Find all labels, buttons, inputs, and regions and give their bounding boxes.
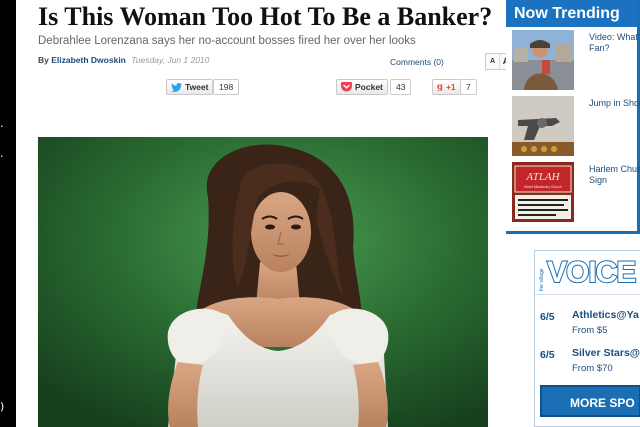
article-column: Is This Woman Too Hot To Be a Banker? De… [38, 0, 526, 103]
pocket-icon [341, 82, 352, 92]
publish-date: Tuesday, Jun 1 2010 [131, 55, 210, 65]
tweet-label: Tweet [185, 82, 209, 92]
event-date: 6/5 [540, 349, 555, 361]
ticket-event-row[interactable]: 6/5 Athletics@Ya From $5 [540, 309, 640, 349]
more-sports-button[interactable]: MORE SPO [540, 385, 640, 417]
now-trending-header: Now Trending [506, 0, 637, 27]
article-dek: Debrahlee Lorenzana says her no-account … [38, 35, 416, 47]
village-voice-widget: the village VOICE 6/5 Athletics@Ya From … [534, 250, 640, 427]
article-photo [38, 137, 488, 427]
woman-portrait-image [38, 137, 488, 427]
pocket-count: 43 [390, 79, 412, 95]
google-plus-icon: g [437, 82, 443, 92]
pocket-label: Pocket [355, 82, 383, 92]
trending-label: Harlem Churc [589, 164, 640, 174]
trending-label-line2: Sign [589, 175, 608, 185]
comments-link[interactable]: Comments (0) [390, 57, 444, 67]
now-trending-widget: Now Trending Video: What's Fan? Jump in … [506, 0, 640, 234]
logo-wordmark: VOICE [546, 255, 637, 290]
trending-thumbnail-church-sign: ATLAH World Missionary Church [512, 162, 574, 222]
article-headline: Is This Woman Too Hot To Be a Banker? [38, 2, 493, 31]
rail-mark: ) [0, 400, 5, 413]
google-plus-label: +1 [445, 82, 456, 92]
church-sign-text: ATLAH [525, 171, 560, 183]
trending-label: Video: What's [589, 32, 640, 42]
event-name: Silver Stars@ [572, 347, 640, 359]
trending-label: Jump in Shoo [589, 98, 640, 108]
google-plus-count: 7 [460, 79, 477, 95]
event-name: Athletics@Ya [572, 309, 639, 321]
village-voice-logo[interactable]: the village VOICE [535, 251, 640, 295]
author-link[interactable]: Elizabeth Dwoskin [51, 55, 126, 65]
text-size-small-button[interactable]: A [486, 54, 499, 69]
trending-thumbnail-revolver [512, 96, 574, 156]
rail-mark: · [0, 150, 4, 163]
rail-mark: · [0, 120, 4, 133]
logo-small-text: the village [539, 267, 545, 291]
event-price: From $70 [572, 363, 613, 374]
church-sign-subtext: World Missionary Church [524, 185, 562, 189]
tweet-count: 198 [213, 79, 240, 95]
google-plus-button[interactable]: g +1 [432, 79, 461, 95]
trending-item[interactable]: Video: What's Fan? [512, 30, 640, 90]
event-date: 6/5 [540, 311, 555, 323]
trending-label-line2: Fan? [589, 43, 610, 53]
trending-item[interactable]: Jump in Shoo [512, 96, 640, 156]
share-bar: Tweet 198 Pocket 43 g +1 7 [38, 79, 500, 103]
tweet-button[interactable]: Tweet [166, 79, 214, 95]
sidebar: Now Trending Video: What's Fan? Jump in … [506, 0, 640, 427]
event-price: From $5 [572, 325, 608, 336]
left-rail: · · ) [0, 0, 16, 427]
trending-item[interactable]: ATLAH World Missionary Church Harlem Chu… [512, 162, 640, 222]
trending-thumbnail-fan [512, 30, 574, 90]
twitter-bird-icon [171, 82, 182, 92]
byline: By Elizabeth Dwoskin Tuesday, Jun 1 2010… [38, 53, 526, 75]
pocket-button[interactable]: Pocket [336, 79, 388, 95]
byline-prefix: By [38, 55, 49, 65]
ticket-event-row[interactable]: 6/5 Silver Stars@ From $70 [540, 347, 640, 387]
